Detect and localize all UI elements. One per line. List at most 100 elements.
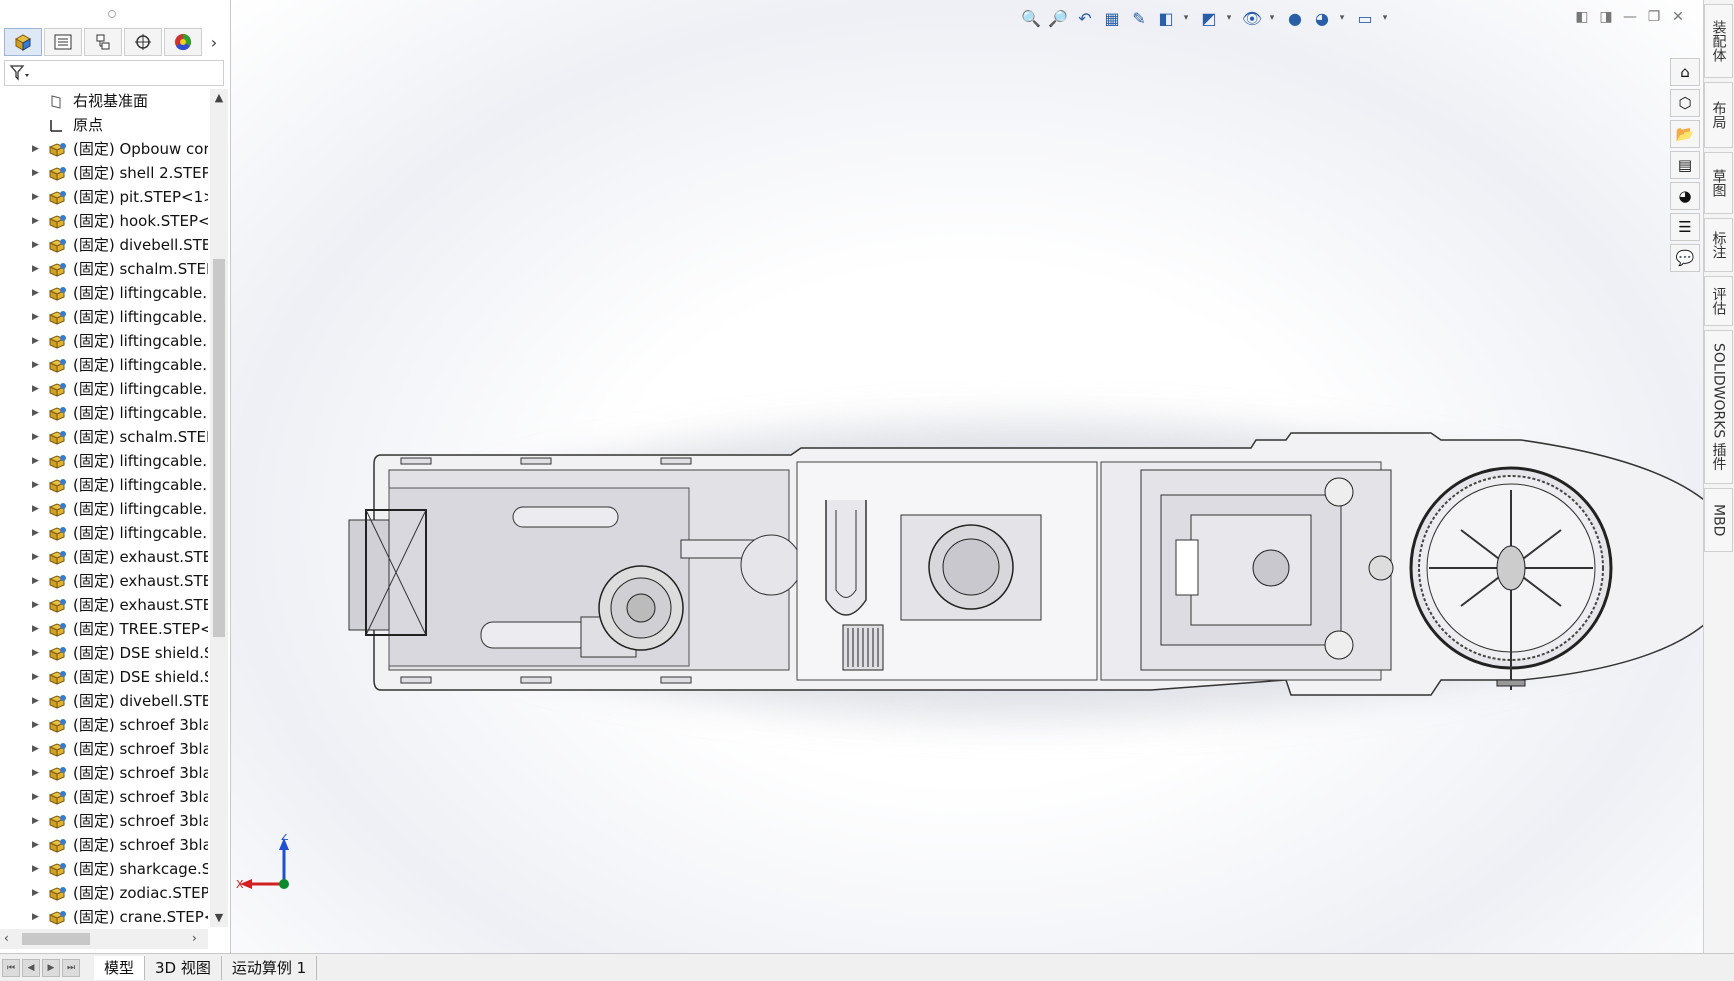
- expand-arrow-icon[interactable]: ▶: [32, 593, 42, 617]
- tree-filter[interactable]: [4, 60, 224, 86]
- expand-arrow-icon[interactable]: ▶: [32, 185, 42, 209]
- expand-arrow-icon[interactable]: ▶: [32, 881, 42, 905]
- expand-arrow-icon[interactable]: ▶: [32, 137, 42, 161]
- expand-arrow-icon[interactable]: ▶: [32, 161, 42, 185]
- previous-view-icon[interactable]: ↶: [1073, 7, 1097, 29]
- tab-model[interactable]: 模型: [94, 955, 146, 980]
- tab-3d-view[interactable]: 3D 视图: [145, 955, 222, 980]
- tree-item[interactable]: ▶ (固定) schroef 3bla: [0, 785, 208, 809]
- view-orientation-dropdown-icon[interactable]: ▾: [1181, 7, 1191, 29]
- tree-item[interactable]: ▶ (固定) schroef 3bla: [0, 809, 208, 833]
- edit-appearance-icon[interactable]: ●: [1283, 7, 1307, 29]
- expand-arrow-icon[interactable]: ▶: [32, 641, 42, 665]
- tree-item[interactable]: ▶ (固定) exhaust.STEF: [0, 593, 208, 617]
- tree-item[interactable]: ▶ (固定) Opbouw cor: [0, 137, 208, 161]
- tab-motion-study[interactable]: 运动算例 1: [221, 955, 318, 980]
- last-tab-icon[interactable]: ⏭: [62, 958, 80, 977]
- tree-horizontal-scrollbar[interactable]: ‹ ›: [0, 929, 208, 949]
- expand-arrow-icon[interactable]: ▶: [32, 737, 42, 761]
- right-tab[interactable]: 草图: [1704, 152, 1733, 214]
- tree-item[interactable]: ▶ (固定) schalm.STEP: [0, 425, 208, 449]
- expand-arrow-icon[interactable]: ▶: [32, 449, 42, 473]
- tree-item[interactable]: ▶ (固定) liftingcable.S: [0, 401, 208, 425]
- expand-arrow-icon[interactable]: ▶: [32, 305, 42, 329]
- expand-arrow-icon[interactable]: ▶: [32, 209, 42, 233]
- scroll-left-icon[interactable]: ‹: [4, 931, 9, 945]
- expand-arrow-icon[interactable]: ▶: [32, 785, 42, 809]
- expand-arrow-icon[interactable]: ▶: [32, 905, 42, 927]
- tree-item[interactable]: ▶ (固定) exhaust.STEF: [0, 545, 208, 569]
- expand-arrow-icon[interactable]: ▶: [32, 617, 42, 641]
- tree-item[interactable]: ▶ (固定) exhaust.STEF: [0, 569, 208, 593]
- tree-item[interactable]: ▶ (固定) hook.STEP<1: [0, 209, 208, 233]
- right-tab[interactable]: MBD: [1704, 488, 1733, 552]
- hide-show-dropdown-icon[interactable]: ▾: [1267, 7, 1277, 29]
- tree-item[interactable]: 右视基准面: [0, 89, 208, 113]
- section-view-icon[interactable]: ▦: [1100, 7, 1124, 29]
- tree-item[interactable]: ▶ (固定) liftingcable.S: [0, 305, 208, 329]
- display-manager-tab[interactable]: [164, 28, 202, 56]
- feature-manager-tab[interactable]: [4, 28, 42, 56]
- tree-item[interactable]: ▶ (固定) zodiac.STEP<: [0, 881, 208, 905]
- expand-arrow-icon[interactable]: ▶: [32, 281, 42, 305]
- expand-arrow-icon[interactable]: ▶: [32, 497, 42, 521]
- appearances-icon[interactable]: ◕: [1670, 182, 1700, 210]
- tree-item[interactable]: ▶ (固定) liftingcable.S: [0, 449, 208, 473]
- next-tab-icon[interactable]: ▶: [42, 958, 60, 977]
- tree-item[interactable]: 原点: [0, 113, 208, 137]
- panel-grip[interactable]: [108, 10, 116, 18]
- expand-arrow-icon[interactable]: ▶: [32, 353, 42, 377]
- display-style-dropdown-icon[interactable]: ▾: [1224, 7, 1234, 29]
- tree-item[interactable]: ▶ (固定) crane.STEP<: [0, 905, 208, 927]
- dynamic-annotation-icon[interactable]: ✎: [1127, 7, 1151, 29]
- scroll-right-icon[interactable]: ›: [192, 931, 197, 945]
- configuration-manager-tab[interactable]: [84, 28, 122, 56]
- expand-arrow-icon[interactable]: ▶: [32, 857, 42, 881]
- expand-arrow-icon[interactable]: ▶: [32, 569, 42, 593]
- view-orientation-icon[interactable]: ◧: [1154, 7, 1178, 29]
- tree-item[interactable]: ▶ (固定) liftingcable.S: [0, 377, 208, 401]
- view-settings-dropdown-icon[interactable]: ▾: [1380, 7, 1390, 29]
- prev-tab-icon[interactable]: ◀: [22, 958, 40, 977]
- tree-item[interactable]: ▶ (固定) sharkcage.ST: [0, 857, 208, 881]
- tree-item[interactable]: ▶ (固定) liftingcable.S: [0, 353, 208, 377]
- dimxpert-manager-tab[interactable]: [124, 28, 162, 56]
- tree-item[interactable]: ▶ (固定) liftingcable.S: [0, 521, 208, 545]
- tree-item[interactable]: ▶ (固定) liftingcable.S: [0, 497, 208, 521]
- ship-model-top-view[interactable]: [231, 0, 1709, 953]
- expand-arrow-icon[interactable]: ▶: [32, 377, 42, 401]
- tree-item[interactable]: ▶ (固定) divebell.STEI: [0, 689, 208, 713]
- tree-item[interactable]: ▶ (固定) liftingcable.S: [0, 281, 208, 305]
- right-tab[interactable]: 评估: [1704, 276, 1733, 326]
- expand-arrow-icon[interactable]: ▶: [32, 473, 42, 497]
- tree-vertical-scrollbar[interactable]: ▲ ▼: [210, 89, 228, 927]
- expand-arrow-icon[interactable]: ▶: [32, 689, 42, 713]
- design-library-icon[interactable]: ⬡: [1670, 89, 1700, 117]
- tree-item[interactable]: ▶ (固定) DSE shield.S: [0, 641, 208, 665]
- graphics-viewport[interactable]: 🔍 🔎 ↶ ▦ ✎ ◧ ▾ ◩ ▾ 👁 ▾ ● ◕ ▾ ▭ ▾ ◧ ◨ — ❐ …: [231, 0, 1709, 953]
- hscrollbar-thumb[interactable]: [22, 933, 90, 945]
- home-icon[interactable]: ⌂: [1670, 58, 1700, 86]
- tree-item[interactable]: ▶ (固定) schroef 3bla: [0, 761, 208, 785]
- minimize-icon[interactable]: —: [1618, 6, 1642, 28]
- right-tab[interactable]: SOLIDWORKS 插件: [1704, 330, 1733, 484]
- tree-item[interactable]: ▶ (固定) schalm.STEP: [0, 257, 208, 281]
- tree-item[interactable]: ▶ (固定) schroef 3bla: [0, 833, 208, 857]
- apply-scene-dropdown-icon[interactable]: ▾: [1337, 7, 1347, 29]
- tree-item[interactable]: ▶ (固定) TREE.STEP<1: [0, 617, 208, 641]
- expand-arrow-icon[interactable]: ▶: [32, 521, 42, 545]
- tree-item[interactable]: ▶ (固定) schroef 3bla: [0, 737, 208, 761]
- zoom-to-area-icon[interactable]: 🔎: [1046, 7, 1070, 29]
- forum-icon[interactable]: 💬: [1670, 244, 1700, 272]
- tabs-more-arrow-icon[interactable]: ›: [204, 28, 224, 56]
- scrollbar-thumb[interactable]: [213, 259, 225, 637]
- right-tab[interactable]: 标注: [1704, 218, 1733, 272]
- tree-item[interactable]: ▶ (固定) DSE shield.S: [0, 665, 208, 689]
- tree-item[interactable]: ▶ (固定) schroef 3bla: [0, 713, 208, 737]
- split-left-icon[interactable]: ◧: [1570, 6, 1594, 28]
- custom-properties-icon[interactable]: ☰: [1670, 213, 1700, 241]
- zoom-to-fit-icon[interactable]: 🔍: [1019, 7, 1043, 29]
- first-tab-icon[interactable]: ⏮: [2, 958, 20, 977]
- expand-arrow-icon[interactable]: ▶: [32, 665, 42, 689]
- right-tab[interactable]: 装配体: [1704, 4, 1733, 78]
